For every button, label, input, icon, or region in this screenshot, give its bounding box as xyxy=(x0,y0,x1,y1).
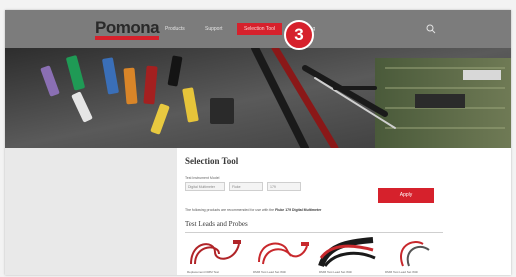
product-label[interactable]: DMM Test Lead Set With xyxy=(319,270,352,274)
model-select[interactable]: 179 xyxy=(267,182,301,191)
hero-banner xyxy=(5,48,511,148)
test-lead-image xyxy=(185,236,245,268)
recommendation-prefix: The following products are recommended f… xyxy=(185,208,275,212)
apply-button[interactable]: Apply xyxy=(378,188,434,203)
selection-tool-content: Selection Tool Test Instrument Model Dig… xyxy=(185,148,505,275)
top-navigation-bar: Pomona Products Support Selection Tool C… xyxy=(5,10,511,48)
instrument-type-select[interactable]: Digital Multimeter xyxy=(185,182,225,191)
product-card[interactable]: DMM Test Lead Set With xyxy=(383,236,443,275)
product-card[interactable]: Replacement DMM Test xyxy=(185,236,245,275)
banner-image xyxy=(5,48,511,148)
logo-underline xyxy=(95,36,159,40)
product-label[interactable]: DMM Test Lead Set With xyxy=(253,270,286,274)
product-label[interactable]: Replacement DMM Test xyxy=(187,270,219,274)
section-title[interactable]: Test Leads and Probes xyxy=(185,220,248,228)
filter-label: Test Instrument Model xyxy=(185,176,220,180)
pomona-logo[interactable]: Pomona xyxy=(95,18,160,40)
nav-products[interactable]: Products xyxy=(165,26,185,32)
recommendation-text: The following products are recommended f… xyxy=(185,208,321,212)
selected-instrument: Fluke 179 Digital Multimeter xyxy=(275,208,322,212)
nav-support[interactable]: Support xyxy=(205,26,223,32)
product-card[interactable]: DMM Test Lead Set With xyxy=(251,236,311,275)
section-divider xyxy=(185,232,443,233)
page-title: Selection Tool xyxy=(185,156,239,166)
product-label[interactable]: DMM Test Lead Set With xyxy=(385,270,418,274)
nav-selection-tool[interactable]: Selection Tool xyxy=(237,23,283,35)
browser-page: Pomona Products Support Selection Tool C… xyxy=(5,10,511,275)
left-sidebar xyxy=(5,148,177,275)
test-lead-image xyxy=(317,236,377,268)
manufacturer-select[interactable]: Fluke xyxy=(229,182,263,191)
product-card[interactable]: DMM Test Lead Set With xyxy=(317,236,377,275)
test-lead-image xyxy=(383,236,443,268)
step-number-badge: 3 xyxy=(284,20,314,50)
test-lead-image xyxy=(251,236,311,268)
search-icon[interactable] xyxy=(426,24,436,34)
